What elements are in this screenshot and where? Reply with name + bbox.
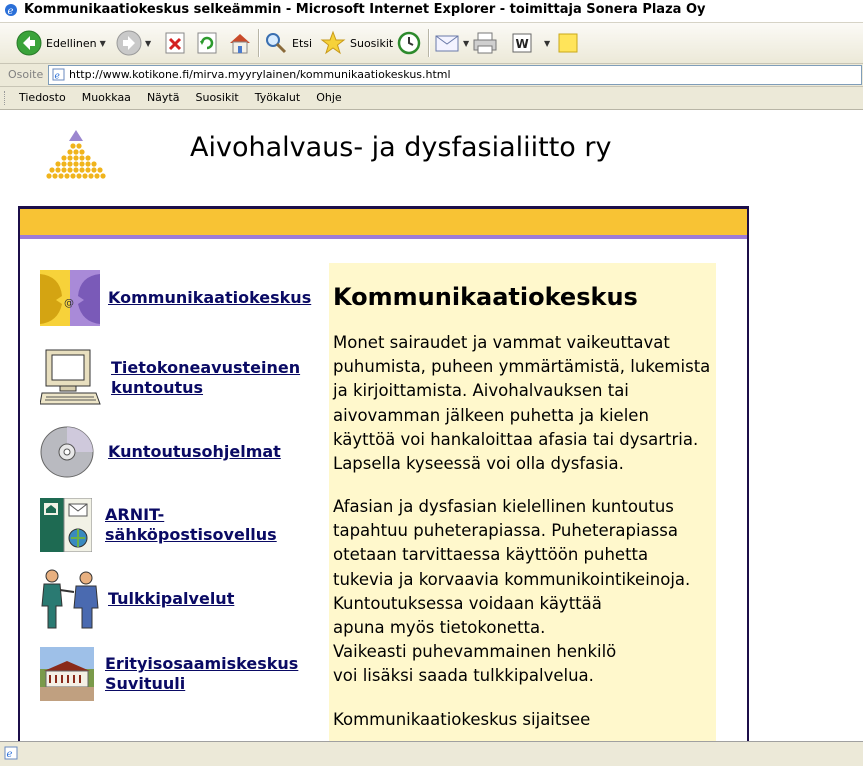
- favorites-label: Suosikit: [350, 36, 394, 50]
- favorites-star-icon: [320, 30, 346, 55]
- main-content: Kommunikaatiokeskus Monet sairaudet ja v…: [329, 263, 716, 741]
- search-button[interactable]: Etsi: [264, 28, 312, 58]
- printer-icon: [473, 32, 497, 54]
- arnit-mail-app-icon: [40, 498, 92, 552]
- toolbar-separator: [258, 29, 260, 57]
- header-band-yellow: [20, 209, 747, 235]
- cd-disc-icon: [40, 426, 94, 478]
- print-button[interactable]: [472, 28, 498, 58]
- content-heading: Kommunikaatiokeskus: [333, 283, 638, 311]
- nav-item-tietokoneavusteinen[interactable]: Tietokoneavusteinen kuntoutus: [40, 348, 300, 408]
- window-titlebar: e Kommunikaatiokeskus selkeämmin - Micro…: [0, 0, 863, 23]
- nav-link-tulkkipalvelut[interactable]: Tulkkipalvelut: [108, 589, 234, 609]
- menu-tools[interactable]: Työkalut: [255, 91, 301, 104]
- address-input[interactable]: e http://www.kotikone.fi/mirva.myyrylain…: [48, 65, 862, 85]
- address-label: Osoite: [8, 68, 44, 81]
- nav-item-tulkkipalvelut[interactable]: Tulkkipalvelut: [40, 568, 234, 630]
- edit-button[interactable]: W ▼: [510, 28, 550, 58]
- two-faces-talking-icon: @: [40, 270, 100, 326]
- header-band-purple: [20, 235, 747, 239]
- menu-edit[interactable]: Muokkaa: [82, 91, 131, 104]
- back-dropdown-icon[interactable]: ▼: [100, 39, 106, 48]
- mail-button[interactable]: ▼: [434, 28, 469, 58]
- content-paragraph-3: Kommunikaatiokeskus sijaitsee: [333, 710, 591, 729]
- nav-item-erityisosaamiskeskus[interactable]: Erityisosaamiskeskus Suvituuli: [40, 647, 298, 701]
- computer-icon: [40, 349, 101, 405]
- svg-text:e: e: [7, 749, 13, 760]
- svg-text:@: @: [64, 298, 74, 309]
- status-page-icon: e: [4, 746, 18, 760]
- search-label: Etsi: [292, 36, 313, 50]
- stop-icon: [165, 32, 185, 54]
- nav-link-arnit[interactable]: ARNIT-sähköpostisovellus: [105, 505, 277, 545]
- address-bar: Osoite e http://www.kotikone.fi/mirva.my…: [0, 64, 863, 87]
- discuss-button[interactable]: [556, 28, 580, 58]
- ie-logo-icon: e: [5, 4, 17, 17]
- svg-text:e: e: [55, 72, 60, 82]
- refresh-button[interactable]: [196, 28, 218, 58]
- address-url: http://www.kotikone.fi/mirva.myyrylainen…: [69, 68, 451, 81]
- standard-toolbar: Edellinen ▼ ▼ Etsi Suosikit ▼ W ▼: [0, 23, 863, 64]
- nav-link-erityisosaamiskeskus[interactable]: Erityisosaamiskeskus Suvituuli: [105, 654, 298, 694]
- toolbar-separator: [428, 29, 430, 57]
- word-edit-icon: W: [512, 33, 532, 53]
- building-photo-icon: [40, 647, 94, 701]
- menu-file[interactable]: Tiedosto: [19, 91, 66, 104]
- content-paragraph-1: Monet sairaudet ja vammat vaikeuttavat p…: [333, 333, 711, 474]
- content-paragraph-2: Afasian ja dysfasian kielellinen kuntout…: [333, 497, 691, 686]
- nav-link-tietokoneavusteinen[interactable]: Tietokoneavusteinen kuntoutus: [111, 358, 300, 398]
- svg-text:e: e: [8, 6, 14, 17]
- history-button[interactable]: [396, 28, 422, 58]
- page-icon: e: [52, 68, 65, 81]
- forward-dropdown-icon[interactable]: ▼: [145, 39, 151, 48]
- nav-link-kuntoutusohjelmat[interactable]: Kuntoutusohjelmat: [108, 442, 281, 462]
- back-label: Edellinen: [46, 36, 97, 50]
- back-button[interactable]: Edellinen ▼: [16, 28, 106, 58]
- note-icon: [558, 33, 578, 53]
- page-viewport[interactable]: Aivohalvaus- ja dysfasialiitto ry @ Komm…: [0, 110, 863, 741]
- home-button[interactable]: [227, 28, 253, 58]
- menu-view[interactable]: Näytä: [147, 91, 180, 104]
- stop-button[interactable]: [164, 28, 186, 58]
- edit-dropdown-icon[interactable]: ▼: [544, 39, 550, 48]
- forward-button[interactable]: ▼: [116, 28, 151, 58]
- svg-text:W: W: [516, 37, 529, 51]
- menu-help[interactable]: Ohje: [316, 91, 341, 104]
- site-title: Aivohalvaus- ja dysfasialiitto ry: [190, 132, 612, 163]
- menu-bar: Tiedosto Muokkaa Näytä Suosikit Työkalut…: [0, 87, 863, 110]
- history-icon: [397, 31, 421, 55]
- nav-item-kuntoutusohjelmat[interactable]: Kuntoutusohjelmat: [40, 426, 281, 478]
- home-icon: [230, 34, 250, 54]
- nav-link-kommunikaatiokeskus[interactable]: Kommunikaatiokeskus: [108, 288, 311, 308]
- status-bar: e: [0, 741, 863, 766]
- favorites-button[interactable]: Suosikit: [320, 28, 393, 58]
- back-arrow-icon: [16, 30, 42, 56]
- menu-grip[interactable]: [4, 91, 8, 105]
- forward-arrow-icon: [116, 30, 142, 56]
- mail-dropdown-icon[interactable]: ▼: [463, 39, 469, 48]
- interpreter-people-icon: [41, 569, 99, 629]
- nav-item-arnit[interactable]: ARNIT-sähköpostisovellus: [40, 498, 277, 552]
- window-title: Kommunikaatiokeskus selkeämmin - Microso…: [24, 2, 706, 17]
- nav-item-kommunikaatiokeskus[interactable]: @ Kommunikaatiokeskus: [40, 270, 311, 326]
- search-icon: [266, 33, 287, 54]
- pyramid-logo-icon: [46, 130, 106, 179]
- mail-icon: [435, 35, 459, 52]
- refresh-icon: [197, 32, 217, 54]
- menu-favorites[interactable]: Suosikit: [195, 91, 238, 104]
